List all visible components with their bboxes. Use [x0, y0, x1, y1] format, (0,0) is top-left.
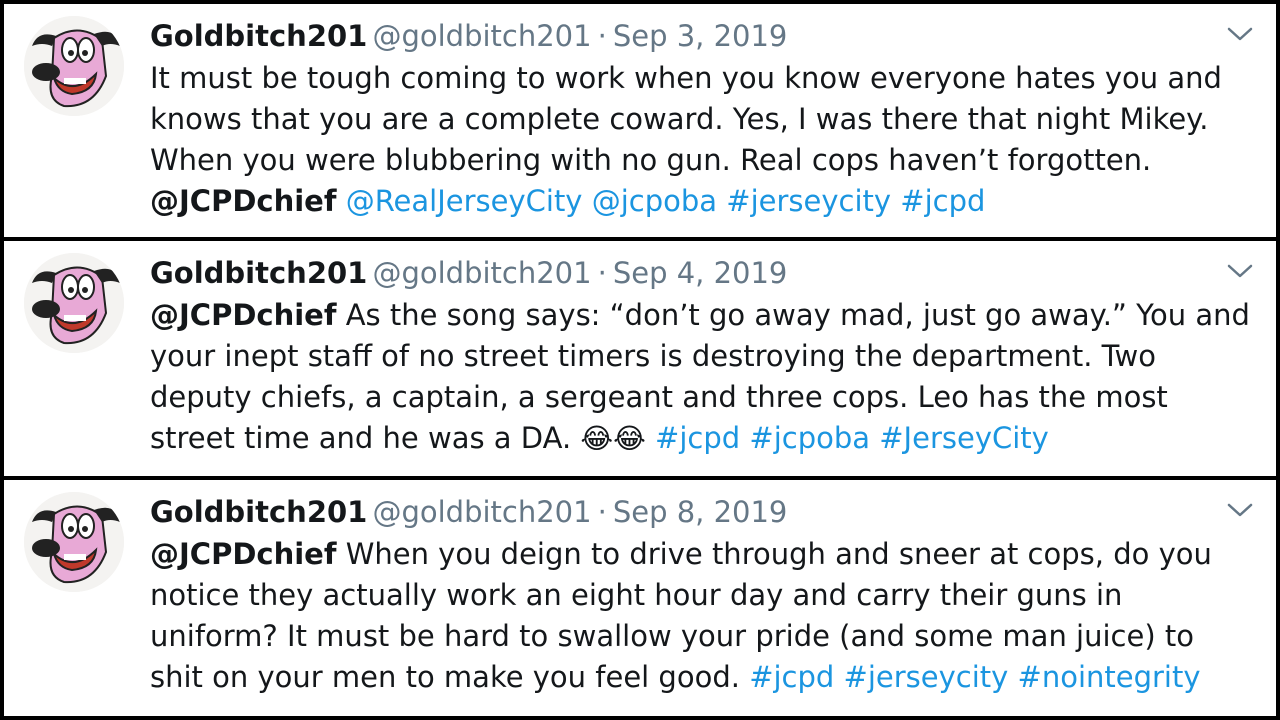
display-name[interactable]: Goldbitch201: [150, 256, 367, 290]
hashtag-link[interactable]: #jcpd: [749, 660, 834, 694]
display-name[interactable]: Goldbitch201: [150, 495, 367, 529]
hashtag-link[interactable]: #nointegrity: [1018, 660, 1201, 694]
tweet-text: @JCPDchief When you deign to drive throu…: [150, 534, 1252, 698]
tweet-body-text: It must be tough coming to work when you…: [150, 61, 1222, 177]
meta-separator: ·: [597, 19, 607, 53]
mention-link[interactable]: @jcpoba: [592, 184, 717, 218]
courage-dog-avatar-icon: [24, 16, 124, 116]
user-avatar[interactable]: [24, 492, 124, 592]
user-handle[interactable]: @goldbitch201: [372, 495, 591, 529]
chevron-down-icon[interactable]: [1226, 24, 1254, 44]
tweet-card[interactable]: Goldbitch201 @goldbitch201 · Sep 8, 2019 @…: [4, 480, 1276, 716]
mention-link[interactable]: @JCPDchief: [150, 537, 336, 571]
hashtag-link[interactable]: #jcpoba: [749, 421, 870, 455]
tweet-date[interactable]: Sep 3, 2019: [613, 19, 788, 53]
hashtag-link[interactable]: #jerseycity: [844, 660, 1009, 694]
hashtag-link[interactable]: #jcpd: [655, 421, 740, 455]
tweet-header: Goldbitch201 @goldbitch201 · Sep 8, 2019: [150, 491, 1216, 533]
hashtag-link[interactable]: #jcpd: [900, 184, 985, 218]
chevron-down-icon[interactable]: [1226, 261, 1254, 281]
tweet-date[interactable]: Sep 8, 2019: [613, 495, 788, 529]
hashtag-link[interactable]: #JerseyCity: [879, 421, 1049, 455]
user-avatar[interactable]: [24, 16, 124, 116]
tweet-card[interactable]: Goldbitch201 @goldbitch201 · Sep 3, 2019 I…: [4, 4, 1276, 237]
tweet-text: It must be tough coming to work when you…: [150, 58, 1252, 222]
tweet-text: @JCPDchief As the song says: “don’t go a…: [150, 295, 1252, 459]
mention-link[interactable]: @JCPDchief: [150, 184, 336, 218]
courage-dog-avatar-icon: [24, 492, 124, 592]
user-handle[interactable]: @goldbitch201: [372, 256, 591, 290]
laughing-emoji-icon: 😂😂: [580, 422, 646, 455]
user-handle[interactable]: @goldbitch201: [372, 19, 591, 53]
tweet-header: Goldbitch201 @goldbitch201 · Sep 3, 2019: [150, 15, 1216, 57]
mention-link[interactable]: @JCPDchief: [150, 298, 336, 332]
tweet-header: Goldbitch201 @goldbitch201 · Sep 4, 2019: [150, 252, 1216, 294]
hashtag-link[interactable]: #jerseycity: [726, 184, 891, 218]
tweet-date[interactable]: Sep 4, 2019: [613, 256, 788, 290]
meta-separator: ·: [597, 256, 607, 290]
user-avatar[interactable]: [24, 253, 124, 353]
display-name[interactable]: Goldbitch201: [150, 19, 367, 53]
tweet-card[interactable]: Goldbitch201 @goldbitch201 · Sep 4, 2019 @…: [4, 241, 1276, 476]
courage-dog-avatar-icon: [24, 253, 124, 353]
meta-separator: ·: [597, 495, 607, 529]
chevron-down-icon[interactable]: [1226, 500, 1254, 520]
mention-link[interactable]: @RealJerseyCity: [346, 184, 583, 218]
